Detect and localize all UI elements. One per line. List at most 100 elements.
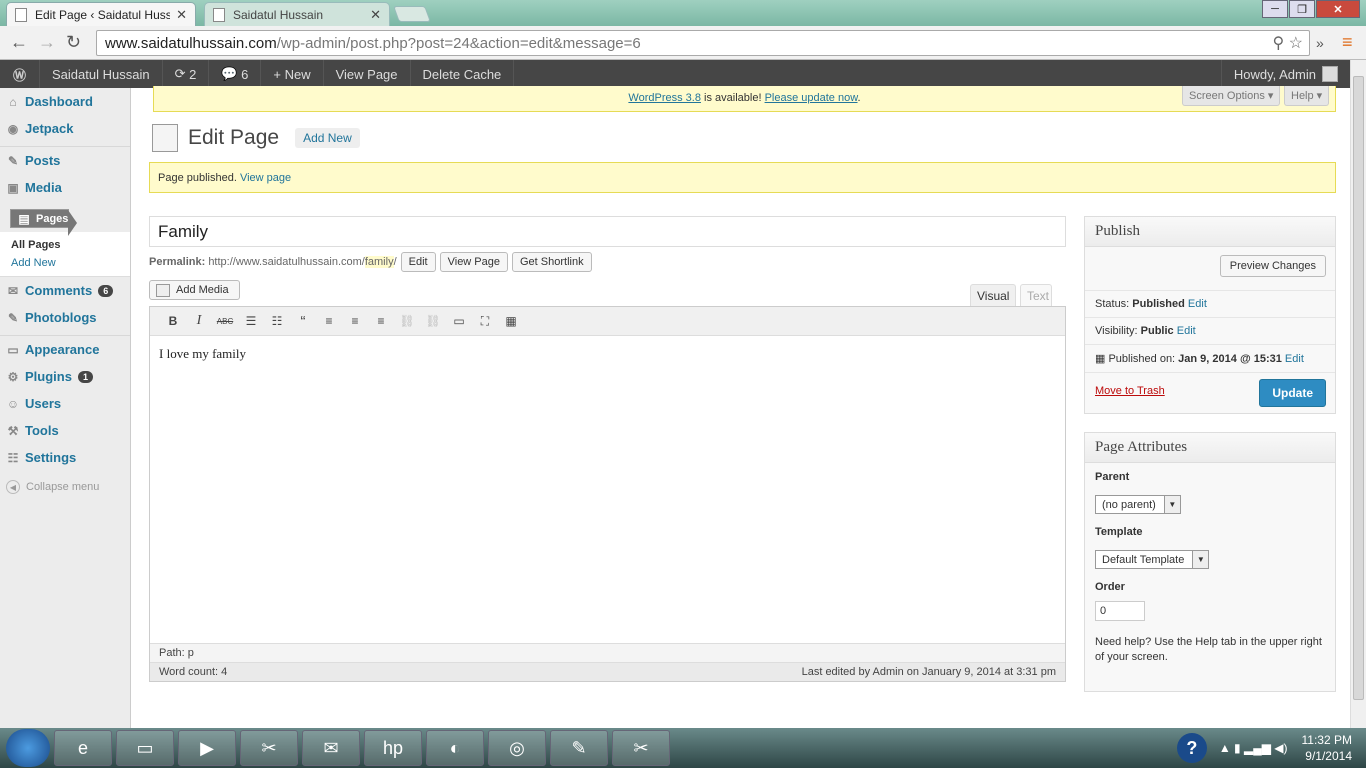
template-select[interactable]: Default Template ▼ [1095, 550, 1210, 569]
url-bar[interactable]: www.saidatulhussain.com/wp-admin/post.ph… [96, 30, 1310, 56]
comments-link[interactable]: 💬 6 [209, 60, 262, 88]
minimize-button[interactable]: ─ [1262, 0, 1288, 18]
permalink-slug[interactable]: family [364, 256, 394, 268]
tab-visual[interactable]: Visual [970, 284, 1017, 307]
add-media-button[interactable]: Add Media [149, 280, 240, 300]
menu-icon[interactable]: ≡ [1342, 32, 1353, 53]
media-player-icon[interactable]: ▶ [178, 730, 236, 766]
sidebar-item-users[interactable]: ☺ Users [0, 390, 130, 417]
paint-icon[interactable]: ✎ [550, 730, 608, 766]
tab-text[interactable]: Text [1020, 284, 1052, 307]
internet-explorer-icon[interactable]: e [54, 730, 112, 766]
order-label: Order [1095, 581, 1125, 593]
hp-icon[interactable]: hp [364, 730, 422, 766]
extensions-overflow-icon[interactable]: » [1316, 35, 1324, 51]
scrollbar-thumb[interactable] [1353, 76, 1364, 700]
align-right-icon[interactable]: ≡ [368, 314, 394, 328]
bullet-list-icon[interactable]: ☰ [238, 314, 264, 328]
status-edit-link[interactable]: Edit [1188, 298, 1207, 310]
page-scrollbar[interactable] [1350, 60, 1366, 728]
new-content-link[interactable]: + New [261, 60, 324, 88]
sidebar-item-photoblogs[interactable]: ✎ Photoblogs [0, 304, 130, 331]
forward-icon[interactable]: → [38, 32, 56, 53]
get-shortlink-button[interactable]: Get Shortlink [512, 252, 592, 272]
link-icon[interactable]: ⛓ [394, 314, 420, 328]
align-center-icon[interactable]: ≡ [342, 314, 368, 328]
add-new-button[interactable]: Add New [295, 128, 360, 148]
chrome-icon[interactable]: ◎ [488, 730, 546, 766]
sidebar-item-tools[interactable]: ⚒ Tools [0, 417, 130, 444]
kitchen-sink-icon[interactable]: ▦ [498, 314, 524, 328]
wordpress-version-link[interactable]: WordPress 3.8 [628, 92, 701, 104]
sidebar-item-settings[interactable]: ☷ Settings [0, 444, 130, 471]
restore-button[interactable]: ❐ [1289, 0, 1315, 18]
update-button[interactable]: Update [1259, 379, 1326, 407]
editor-content[interactable]: I love my family [150, 336, 1065, 372]
sidebar-item-posts[interactable]: ✎ Posts [0, 147, 130, 174]
thunderbird-icon[interactable]: ✉ [302, 730, 360, 766]
snipping-tool-icon[interactable]: ✂ [240, 730, 298, 766]
zoom-star-icons[interactable]: ⚲ ☆ [1272, 33, 1303, 53]
view-page-link[interactable]: View Page [324, 60, 411, 88]
preview-changes-button[interactable]: Preview Changes [1219, 255, 1326, 277]
close-window-button[interactable]: ✕ [1316, 0, 1360, 18]
view-page-link[interactable]: View page [240, 172, 291, 184]
account-menu[interactable]: Howdy, Admin [1220, 60, 1350, 88]
snipping-tool-running-icon[interactable]: ✂ [612, 730, 670, 766]
bold-icon[interactable]: B [160, 314, 186, 328]
sidebar-item-appearance[interactable]: ▭ Appearance [0, 336, 130, 363]
tab-edit-page[interactable]: Edit Page ‹ Saidatul Hussa ✕ [6, 2, 196, 26]
delete-cache-link[interactable]: Delete Cache [411, 60, 515, 88]
admin-sidebar: ⌂ Dashboard ◉ Jetpack ✎ Posts ▣ Media ▤ Pages… [0, 88, 131, 728]
template-label: Template [1095, 526, 1143, 538]
fullscreen-icon[interactable]: ⛶ [472, 314, 498, 329]
tab-close-icon[interactable]: ✕ [176, 7, 187, 23]
firefox-icon[interactable]: ◐ [426, 730, 484, 766]
permalink-view-page-button[interactable]: View Page [439, 252, 508, 272]
back-icon[interactable]: ← [10, 32, 28, 53]
permalink-edit-button[interactable]: Edit [400, 252, 436, 272]
more-tag-icon[interactable]: ▭ [446, 314, 472, 328]
submenu-all-pages[interactable]: All Pages [0, 236, 130, 254]
sidebar-item-comments[interactable]: ✉ Comments 6 [0, 277, 130, 304]
site-name-link[interactable]: Saidatul Hussain [40, 60, 163, 88]
title-input[interactable]: Family [149, 216, 1066, 247]
avatar [1322, 66, 1338, 82]
date-edit-link[interactable]: Edit [1285, 353, 1304, 365]
order-input[interactable]: 0 [1095, 601, 1145, 621]
submenu-add-new[interactable]: Add New [0, 254, 130, 272]
help-icon[interactable]: ? [1176, 733, 1207, 763]
sidebar-item-media[interactable]: ▣ Media [0, 174, 130, 201]
blockquote-icon[interactable]: “ [290, 313, 316, 330]
reload-icon[interactable]: ↻ [66, 32, 81, 53]
sidebar-item-label: Dashboard [25, 94, 93, 109]
visibility-edit-link[interactable]: Edit [1177, 325, 1196, 337]
parent-select[interactable]: (no parent) ▼ [1095, 495, 1181, 514]
permalink-label: Permalink: [149, 256, 206, 268]
strikethrough-icon[interactable]: ABC [212, 317, 238, 326]
sidebar-item-plugins[interactable]: ⚙ Plugins 1 [0, 363, 130, 390]
help-button[interactable]: Help ▾ [1284, 86, 1330, 106]
unlink-icon[interactable]: ⛓ [420, 314, 446, 328]
tab-site[interactable]: Saidatul Hussain ✕ [204, 2, 390, 26]
start-button[interactable] [6, 729, 50, 767]
please-update-link[interactable]: Please update now [765, 92, 858, 104]
sidebar-item-dashboard[interactable]: ⌂ Dashboard [0, 88, 130, 115]
file-explorer-icon[interactable]: ▭ [116, 730, 174, 766]
sidebar-item-pages[interactable]: ▤ Pages [10, 209, 78, 236]
sidebar-item-jetpack[interactable]: ◉ Jetpack [0, 115, 130, 142]
sidebar-item-label: Jetpack [25, 121, 74, 136]
move-to-trash-link[interactable]: Move to Trash [1095, 385, 1165, 397]
italic-icon[interactable]: I [186, 313, 212, 329]
clock[interactable]: 11:32 PM 9/1/2014 [1302, 732, 1352, 764]
tray-icons[interactable]: ▲ ▮ ▂▄▆ ◀) [1219, 741, 1288, 755]
wordpress-logo-icon[interactable]: Ⓦ [0, 60, 40, 88]
tab-close-icon[interactable]: ✕ [370, 7, 381, 23]
updates-link[interactable]: ⟳ 2 [163, 60, 210, 88]
chevron-down-icon: ▼ [1163, 496, 1180, 513]
new-tab-button[interactable] [393, 6, 431, 22]
numbered-list-icon[interactable]: ☷ [264, 314, 290, 328]
align-left-icon[interactable]: ≡ [316, 314, 342, 328]
screen-options-button[interactable]: Screen Options ▾ [1182, 86, 1281, 106]
collapse-menu-button[interactable]: ◀ Collapse menu [0, 471, 130, 503]
